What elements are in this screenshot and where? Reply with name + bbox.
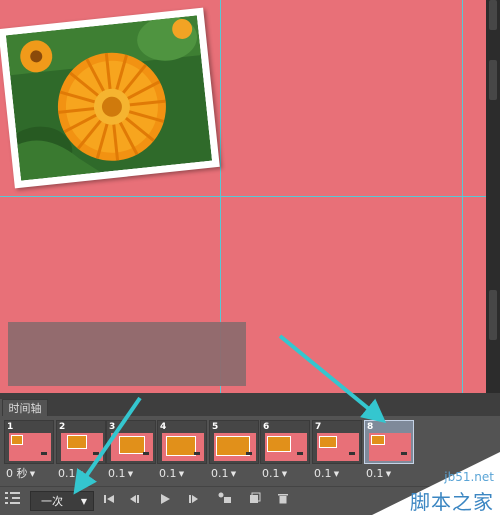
- thumbnail-photo: [11, 435, 23, 445]
- frame-box[interactable]: 2: [56, 420, 106, 464]
- horizontal-guide[interactable]: [0, 196, 486, 197]
- frame-thumbnail: [214, 433, 256, 461]
- frame-thumbnail: [111, 433, 153, 461]
- chevron-down-icon: ▼: [80, 497, 87, 506]
- watermark-url: jb51.net: [444, 470, 494, 484]
- frame-delay-select[interactable]: 0.1 ▼: [159, 467, 205, 481]
- first-frame-icon[interactable]: [100, 491, 118, 511]
- frame-box[interactable]: 1: [4, 420, 54, 464]
- frame-number: 7: [315, 422, 322, 432]
- frame-box[interactable]: 3: [106, 420, 156, 464]
- frame-delay-select[interactable]: 0.1 ▼: [108, 467, 154, 481]
- frame-delay-select[interactable]: 0.1 ▼: [211, 467, 257, 481]
- thumbnail-mark: [297, 452, 303, 455]
- frame-delay-value: 0.1: [262, 467, 280, 480]
- chevron-down-icon: ▼: [279, 470, 288, 478]
- frame-box[interactable]: 5: [209, 420, 259, 464]
- thumbnail-photo: [166, 436, 196, 456]
- thumbnail-photo: [371, 435, 385, 445]
- frame-delay-select[interactable]: 0 秒 ▼: [6, 467, 52, 481]
- scrollbar-thumb[interactable]: [489, 290, 497, 340]
- timeline-convert-icon[interactable]: [4, 491, 22, 511]
- chevron-down-icon: ▼: [125, 470, 134, 478]
- frame-number: 2: [59, 422, 66, 432]
- frame-delay-select[interactable]: 0.1 ▼: [58, 467, 104, 481]
- thumbnail-mark: [41, 452, 47, 455]
- right-scrollbar[interactable]: [486, 0, 500, 393]
- trash-icon[interactable]: [274, 491, 292, 511]
- frame-delay-value: 0.1: [58, 467, 76, 480]
- next-frame-icon[interactable]: [184, 491, 202, 511]
- loop-options-value: 一次: [41, 495, 63, 508]
- watermark-name: 脚本之家: [410, 490, 494, 514]
- frame-box[interactable]: 7: [312, 420, 362, 464]
- tween-icon[interactable]: [216, 491, 234, 511]
- chevron-down-icon: ▼: [228, 470, 237, 478]
- animation-frame[interactable]: 6 0.1 ▼: [260, 420, 310, 484]
- animation-frame[interactable]: 7 0.1 ▼: [312, 420, 362, 484]
- scrollbar-thumb[interactable]: [489, 0, 497, 30]
- chevron-down-icon: ▼: [331, 470, 340, 478]
- chevron-down-icon: ▼: [27, 470, 36, 478]
- site-watermark: jb51.net 脚本之家: [372, 452, 500, 515]
- thumbnail-photo: [119, 436, 145, 454]
- animation-frame[interactable]: 2 0.1 ▼: [56, 420, 106, 484]
- frame-number: 6: [263, 422, 270, 432]
- chevron-down-icon: ▼: [75, 470, 84, 478]
- thumbnail-mark: [194, 452, 200, 455]
- animation-frame[interactable]: 1 0 秒 ▼: [4, 420, 54, 484]
- flower-photo-layer[interactable]: [0, 7, 220, 189]
- frame-delay-value: 0.1: [159, 467, 177, 480]
- frame-number: 4: [160, 422, 167, 432]
- thumbnail-mark: [349, 452, 355, 455]
- frame-thumbnail: [265, 433, 307, 461]
- loop-options-select[interactable]: 一次 ▼: [30, 491, 94, 511]
- gray-rectangle-layer[interactable]: [8, 322, 246, 386]
- frame-thumbnail: [317, 433, 359, 461]
- thumbnail-mark: [246, 452, 252, 455]
- thumbnail-photo: [319, 436, 337, 448]
- frame-number: 5: [212, 422, 219, 432]
- previous-frame-icon[interactable]: [126, 491, 144, 511]
- frame-delay-value: 0.1: [211, 467, 229, 480]
- thumbnail-mark: [93, 452, 99, 455]
- flower-image: [5, 15, 213, 181]
- scrollbar-thumb[interactable]: [489, 60, 497, 100]
- animation-frame[interactable]: 4 0.1 ▼: [157, 420, 207, 484]
- frame-thumbnail: [61, 433, 103, 461]
- frame-delay-value: 0 秒: [6, 467, 28, 480]
- thumbnail-photo: [216, 436, 250, 456]
- frame-thumbnail: [162, 433, 204, 461]
- frame-box[interactable]: 4: [157, 420, 207, 464]
- frame-number: 3: [109, 422, 116, 432]
- panel-tab-row: [48, 399, 500, 416]
- frame-thumbnail: [9, 433, 51, 461]
- duplicate-frame-icon[interactable]: [246, 491, 264, 511]
- frame-delay-select[interactable]: 0.1 ▼: [262, 467, 308, 481]
- thumbnail-photo: [67, 435, 87, 449]
- frame-delay-select[interactable]: 0.1 ▼: [314, 467, 360, 481]
- chevron-down-icon: ▼: [176, 470, 185, 478]
- frame-number: 8: [367, 422, 374, 432]
- timeline-tab[interactable]: 时间轴: [2, 399, 48, 416]
- play-icon[interactable]: [156, 491, 174, 511]
- document-canvas[interactable]: [0, 0, 486, 393]
- frame-delay-value: 0.1: [108, 467, 126, 480]
- frame-box[interactable]: 6: [260, 420, 310, 464]
- frame-delay-value: 0.1: [314, 467, 332, 480]
- animation-frame[interactable]: 3 0.1 ▼: [106, 420, 156, 484]
- thumbnail-mark: [143, 452, 149, 455]
- thumbnail-photo: [267, 436, 291, 452]
- animation-frame[interactable]: 5 0.1 ▼: [209, 420, 259, 484]
- frame-number: 1: [7, 422, 14, 432]
